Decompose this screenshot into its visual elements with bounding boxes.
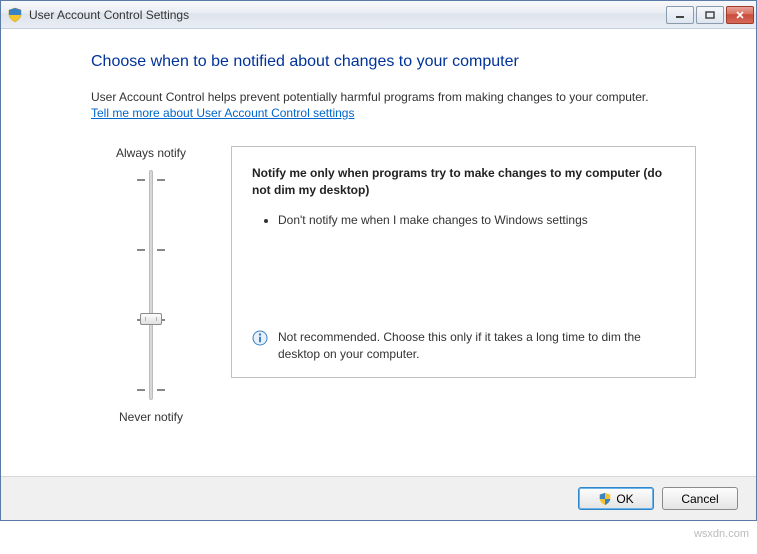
description-footer: Not recommended. Choose this only if it …	[252, 329, 675, 363]
slider-tick	[137, 249, 165, 251]
maximize-icon	[705, 11, 715, 19]
shield-icon	[7, 7, 23, 23]
page-heading: Choose when to be notified about changes…	[91, 53, 696, 71]
uac-settings-window: User Account Control Settings Choose whe…	[0, 0, 757, 521]
main-area: Always notify Never notify Notify me onl…	[91, 146, 696, 424]
description-column: Notify me only when programs try to make…	[231, 146, 696, 424]
description-bullet: Don't notify me when I make changes to W…	[278, 212, 675, 229]
maximize-button[interactable]	[696, 6, 724, 24]
learn-more-link[interactable]: Tell me more about User Account Control …	[91, 106, 354, 120]
description-title: Notify me only when programs try to make…	[252, 165, 675, 199]
close-icon	[735, 11, 745, 19]
slider-thumb[interactable]	[140, 313, 162, 325]
close-button[interactable]	[726, 6, 754, 24]
window-title: User Account Control Settings	[29, 8, 666, 22]
watermark: wsxdn.com	[694, 528, 749, 540]
slider-column: Always notify Never notify	[91, 146, 211, 424]
minimize-button[interactable]	[666, 6, 694, 24]
notification-slider[interactable]	[121, 170, 181, 400]
intro-text: User Account Control helps prevent poten…	[91, 89, 696, 106]
slider-label-top: Always notify	[116, 146, 186, 160]
cancel-button[interactable]: Cancel	[662, 487, 738, 510]
shield-icon	[598, 492, 612, 506]
slider-tick	[137, 389, 165, 391]
window-buttons	[666, 6, 754, 24]
titlebar: User Account Control Settings	[1, 1, 756, 29]
slider-label-bottom: Never notify	[119, 410, 183, 424]
minimize-icon	[675, 11, 685, 19]
info-icon	[252, 330, 268, 346]
slider-track	[149, 170, 153, 400]
description-box: Notify me only when programs try to make…	[231, 146, 696, 378]
button-bar: OK Cancel	[1, 476, 756, 520]
ok-button-label: OK	[616, 492, 633, 506]
ok-button[interactable]: OK	[578, 487, 654, 510]
content-area: Choose when to be notified about changes…	[1, 29, 756, 476]
description-list: Don't notify me when I make changes to W…	[252, 212, 675, 229]
cancel-button-label: Cancel	[681, 492, 718, 506]
description-footer-text: Not recommended. Choose this only if it …	[278, 329, 675, 363]
slider-tick	[137, 179, 165, 181]
